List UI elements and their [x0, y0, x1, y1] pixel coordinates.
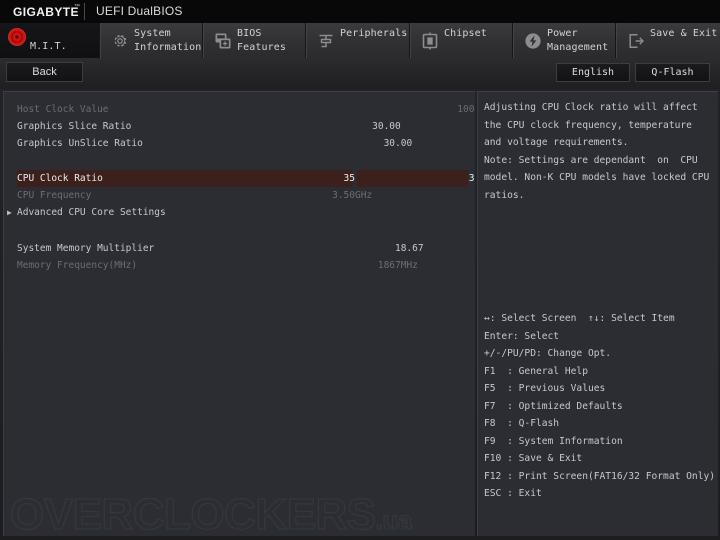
tab-label: System Information — [134, 28, 202, 53]
target-icon — [8, 28, 26, 46]
tab-save-and-exit[interactable]: Save & Exit — [616, 23, 720, 58]
setting-current-value: 18.67 — [395, 243, 424, 254]
setting-current-value: 35 — [343, 173, 355, 184]
key-legend-line: F5 : Previous Values — [484, 383, 606, 394]
site-watermark: OVERCLOCKERS.ua — [9, 489, 413, 536]
key-legend-line: F8 : Q-Flash — [484, 418, 560, 429]
setting-row-memory-frequency: Memory Frequency(MHz) 1867MHz 1867MHz — [4, 257, 475, 274]
key-legend: ↔: Select Screen ↑↓: Select Item Enter: … — [484, 310, 718, 503]
setting-row-advanced-cpu-core-settings[interactable]: ▶ Advanced CPU Core Settings — [4, 204, 475, 221]
key-legend-line: F7 : Optimized Defaults — [484, 400, 623, 412]
setting-row-cpu-clock-ratio[interactable]: CPU Clock Ratio 35 39 — [4, 170, 475, 187]
uefi-bios-screen: GIGABYTE ™ UEFI DualBIOS M.I.T. System I… — [0, 0, 720, 540]
row-highlight-right — [357, 170, 468, 187]
chip-icon — [214, 32, 232, 50]
setting-label: CPU Clock Ratio — [17, 173, 103, 184]
setting-help-text: Adjusting CPU Clock ratio will affect th… — [484, 99, 716, 204]
tab-label: M.I.T. — [30, 41, 67, 52]
tab-bios-features[interactable]: BIOS Features — [203, 23, 306, 58]
setting-option-value: 100.00MHz — [457, 104, 475, 115]
key-legend-line: ↔: Select Screen ↑↓: Select Item — [484, 313, 675, 324]
tab-label: Save & Exit — [650, 28, 718, 39]
setting-row-system-memory-multiplier[interactable]: System Memory Multiplier 18.67 Auto — [4, 240, 475, 257]
language-button[interactable]: English — [556, 63, 630, 82]
help-line: and voltage requirements. — [484, 137, 629, 148]
key-legend-line: +/-/PU/PD: Change Opt. — [484, 348, 612, 359]
key-legend-line: F1 : General Help — [484, 365, 588, 377]
setting-row-graphics-slice-ratio[interactable]: Graphics Slice Ratio 30.00 Auto — [4, 118, 475, 135]
help-panel: Adjusting CPU Clock ratio will affect th… — [477, 91, 718, 536]
main-tab-bar: M.I.T. System Information BIOS Features … — [0, 23, 720, 58]
key-legend-line: F9 : System Information — [484, 435, 623, 447]
plug-icon — [317, 32, 335, 50]
help-line: Note: Settings are dependant on CPU — [484, 154, 698, 166]
help-line: the CPU clock frequency, temperature — [484, 119, 692, 131]
chipset-icon — [421, 32, 439, 50]
trademark-symbol: ™ — [74, 4, 80, 10]
tab-power-management[interactable]: Power Management — [513, 23, 616, 58]
setting-row-graphics-unslice-ratio[interactable]: Graphics UnSlice Ratio 30.00 Auto — [4, 135, 475, 152]
tab-chipset[interactable]: Chipset — [410, 23, 513, 58]
tab-mit[interactable]: M.I.T. — [0, 23, 100, 58]
brand-bar: GIGABYTE ™ UEFI DualBIOS — [0, 0, 720, 23]
setting-current-value: 30.00 — [372, 121, 401, 132]
q-flash-button[interactable]: Q-Flash — [635, 63, 710, 82]
tab-peripherals[interactable]: Peripherals — [306, 23, 410, 58]
watermark-suffix-text: .ua — [375, 504, 413, 535]
key-legend-line: Enter: Select — [484, 330, 560, 342]
key-legend-line: F12 : Print Screen(FAT16/32 Format Only) — [484, 470, 716, 482]
setting-row-cpu-frequency: CPU Frequency 3.50GHz 3.90GHz — [4, 187, 475, 204]
tab-label: Peripherals — [340, 28, 408, 39]
brand-divider — [84, 3, 85, 20]
tab-system-information[interactable]: System Information — [100, 23, 203, 58]
setting-option-value[interactable]: 39 — [469, 173, 475, 184]
tab-label: Chipset — [444, 28, 487, 39]
settings-list-panel: Host Clock Value 100.00MHz Graphics Slic… — [3, 91, 475, 536]
back-button[interactable]: Back — [6, 62, 83, 82]
exit-icon — [627, 32, 645, 50]
toolbar: Back English Q-Flash — [0, 58, 720, 89]
gear-icon — [111, 32, 129, 50]
product-title: UEFI DualBIOS — [96, 4, 183, 18]
key-legend-line: ESC : Exit — [484, 488, 542, 499]
setting-label: Graphics Slice Ratio — [17, 121, 132, 132]
bolt-icon — [524, 32, 542, 50]
setting-label: CPU Frequency — [17, 190, 92, 201]
setting-label: Memory Frequency(MHz) — [17, 260, 138, 271]
help-line: Adjusting CPU Clock ratio will affect — [484, 102, 698, 113]
setting-current-value: 1867MHz — [377, 260, 418, 271]
setting-current-value: 3.50GHz — [332, 190, 373, 201]
submenu-arrow-icon: ▶ — [7, 208, 12, 217]
setting-label: Advanced CPU Core Settings — [17, 207, 166, 218]
watermark-main-text: OVERCLOCKERS — [9, 489, 376, 536]
tab-label: Power Management — [547, 28, 609, 53]
tab-label: BIOS Features — [237, 28, 286, 53]
setting-label: Graphics UnSlice Ratio — [17, 138, 143, 149]
gigabyte-logo: GIGABYTE — [13, 5, 79, 19]
setting-current-value: 30.00 — [383, 138, 413, 149]
help-line: ratios. — [484, 189, 525, 201]
setting-row-host-clock-value[interactable]: Host Clock Value 100.00MHz — [4, 101, 475, 118]
key-legend-line: F10 : Save & Exit — [484, 453, 583, 464]
setting-label: Host Clock Value — [17, 104, 109, 115]
help-line: model. Non-K CPU models have locked CPU — [484, 172, 710, 183]
setting-label: System Memory Multiplier — [17, 243, 155, 254]
